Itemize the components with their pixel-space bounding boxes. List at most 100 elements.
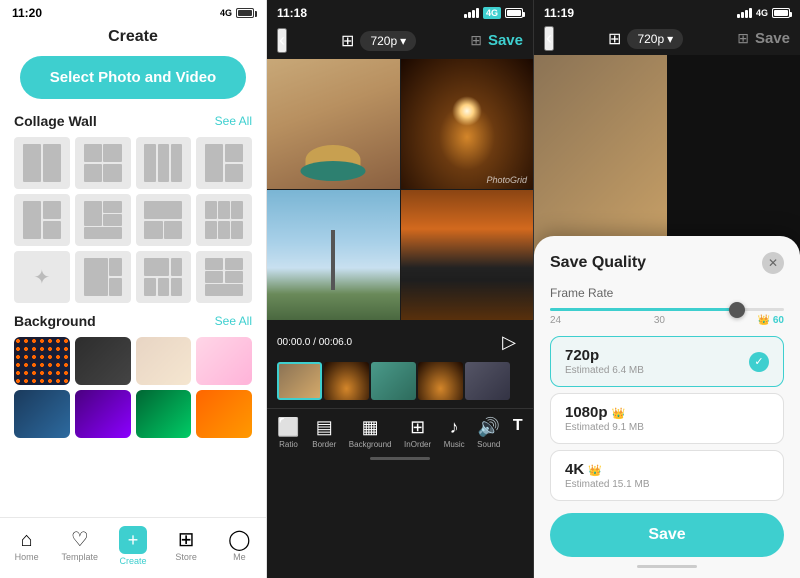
check-icon-720p: ✓ xyxy=(749,352,769,372)
thumb-4[interactable] xyxy=(418,362,463,400)
ratio-icon: ⬜ xyxy=(277,417,299,438)
modal-close-button[interactable]: ✕ xyxy=(762,252,784,274)
frame-rate-slider-container xyxy=(550,308,784,311)
status-bar-3: 11:19 4G xyxy=(534,0,800,24)
signal-icon-1 xyxy=(201,8,216,18)
thumb-1[interactable] xyxy=(277,362,322,400)
bg-item-halloween[interactable] xyxy=(14,337,70,385)
editor-center-controls: ⊞ 720p ▾ xyxy=(341,31,416,51)
bottom-nav-1: ⌂ Home ♡ Template + Create ⊞ Store ◯ Me xyxy=(0,517,266,578)
quality-name-1080p: 1080p 👑 xyxy=(565,404,644,421)
editor-header: ‹ ⊞ 720p ▾ ⊞ Save xyxy=(267,24,533,59)
bg-item-pink[interactable] xyxy=(196,337,252,385)
time-display: 00:00.0 / 00:06.0 xyxy=(277,337,352,348)
quality-option-4k[interactable]: 4K 👑 Estimated 15.1 MB xyxy=(550,450,784,501)
collage-template-11[interactable] xyxy=(136,251,192,303)
collage-template-1[interactable] xyxy=(14,137,70,189)
background-see-all[interactable]: See All xyxy=(215,314,252,328)
bottom-tools: ⬜ Ratio ▤ Border ▦ Background ⊞ InOrder … xyxy=(267,408,533,453)
battery-icon-3 xyxy=(772,8,790,18)
tool-inorder[interactable]: ⊞ InOrder xyxy=(404,417,431,449)
background-section-header: Background See All xyxy=(0,313,266,337)
collage-template-7[interactable] xyxy=(136,194,192,246)
slider-labels: 24 30 👑 60 xyxy=(550,315,784,336)
select-photo-video-button[interactable]: Select Photo and Video xyxy=(20,56,246,99)
battery-icon-2 xyxy=(505,8,523,18)
back-button-2[interactable]: ‹ xyxy=(277,28,287,53)
collage-wall-title: Collage Wall xyxy=(14,113,97,129)
photo-night: PhotoGrid xyxy=(401,59,534,189)
save-button-header-3[interactable]: Save xyxy=(755,30,790,47)
nav-create[interactable]: + Create xyxy=(111,526,155,566)
slider-fill xyxy=(550,308,737,311)
slider-label-60: 👑 60 xyxy=(758,315,784,326)
quality-name-4k: 4K 👑 xyxy=(565,461,649,478)
home-icon: ⌂ xyxy=(21,530,33,550)
nav-indicator-2 xyxy=(370,457,430,460)
bg-item-green[interactable] xyxy=(136,390,192,438)
photogrid-watermark: PhotoGrid xyxy=(486,175,527,185)
quality-option-720p[interactable]: 720p Estimated 6.4 MB ✓ xyxy=(550,336,784,387)
tool-background[interactable]: ▦ Background xyxy=(349,417,392,449)
nav-me[interactable]: ◯ Me xyxy=(217,530,261,562)
collage-template-5[interactable] xyxy=(14,194,70,246)
network-badge-2: 4G xyxy=(483,7,501,19)
nav-store[interactable]: ⊞ Store xyxy=(164,530,208,562)
crown-icon-60: 👑 xyxy=(758,315,770,326)
back-button-3[interactable]: ‹ xyxy=(544,26,554,51)
layers-icon-3[interactable]: ⊞ xyxy=(608,29,621,49)
collage-template-10[interactable] xyxy=(75,251,131,303)
bg-item-dark[interactable] xyxy=(75,337,131,385)
quality-selector-2[interactable]: 720p ▾ xyxy=(360,31,416,51)
sound-icon: 🔊 xyxy=(478,417,500,438)
quality-size-1080p: Estimated 9.1 MB xyxy=(565,422,644,433)
status-icons-2: 4G xyxy=(464,7,523,19)
thumb-3[interactable] xyxy=(371,362,416,400)
collage-template-8[interactable] xyxy=(196,194,252,246)
nav-home[interactable]: ⌂ Home xyxy=(5,530,49,562)
tool-sound[interactable]: 🔊 Sound xyxy=(477,417,500,449)
thumb-2[interactable] xyxy=(324,362,369,400)
time-1: 11:20 xyxy=(12,6,42,20)
tool-text[interactable]: T xyxy=(513,417,523,449)
bg-item-orange[interactable] xyxy=(196,390,252,438)
network-badge-1: 4G xyxy=(220,8,232,18)
bg-item-beige[interactable] xyxy=(136,337,192,385)
quality-option-1080p[interactable]: 1080p 👑 Estimated 9.1 MB xyxy=(550,393,784,444)
collage-template-3[interactable] xyxy=(136,137,192,189)
time-2: 11:18 xyxy=(277,6,307,20)
frame-rate-slider[interactable] xyxy=(550,308,784,311)
template-icon: ♡ xyxy=(71,530,89,550)
editor-photo-grid: PhotoGrid xyxy=(267,59,533,320)
text-icon: T xyxy=(513,417,523,435)
thumb-5[interactable] xyxy=(465,362,510,400)
panel-save-quality: 11:19 4G ‹ ⊞ 720p ▾ ⊞ Save xyxy=(534,0,800,578)
collage-template-4[interactable] xyxy=(196,137,252,189)
collage-template-6[interactable] xyxy=(75,194,131,246)
collage-wall-section-header: Collage Wall See All xyxy=(0,113,266,137)
collage-grid: ✦ xyxy=(0,137,266,313)
slider-thumb[interactable] xyxy=(729,302,745,318)
bg-item-purple[interactable] xyxy=(75,390,131,438)
layers-icon[interactable]: ⊞ xyxy=(341,31,354,51)
share-icon[interactable]: ⊞ xyxy=(470,32,482,49)
store-icon: ⊞ xyxy=(178,530,195,550)
collage-see-all[interactable]: See All xyxy=(215,114,252,128)
save-button-2[interactable]: Save xyxy=(488,32,523,49)
status-bar-2: 11:18 4G xyxy=(267,0,533,24)
timeline-thumbnails xyxy=(277,362,523,400)
tool-ratio[interactable]: ⬜ Ratio xyxy=(277,417,299,449)
modal-save-button[interactable]: Save xyxy=(550,513,784,557)
play-button[interactable]: ▷ xyxy=(495,328,523,356)
bg-item-blue[interactable] xyxy=(14,390,70,438)
share-icon-3[interactable]: ⊞ xyxy=(737,30,749,47)
collage-template-12[interactable] xyxy=(196,251,252,303)
battery-icon-1 xyxy=(236,8,254,18)
me-icon: ◯ xyxy=(228,530,250,550)
collage-template-2[interactable] xyxy=(75,137,131,189)
tool-music[interactable]: ♪ Music xyxy=(444,417,465,449)
tool-border[interactable]: ▤ Border xyxy=(312,417,336,449)
quality-selector-3[interactable]: 720p ▾ xyxy=(627,29,683,49)
collage-template-9[interactable]: ✦ xyxy=(14,251,70,303)
nav-template[interactable]: ♡ Template xyxy=(58,530,102,562)
